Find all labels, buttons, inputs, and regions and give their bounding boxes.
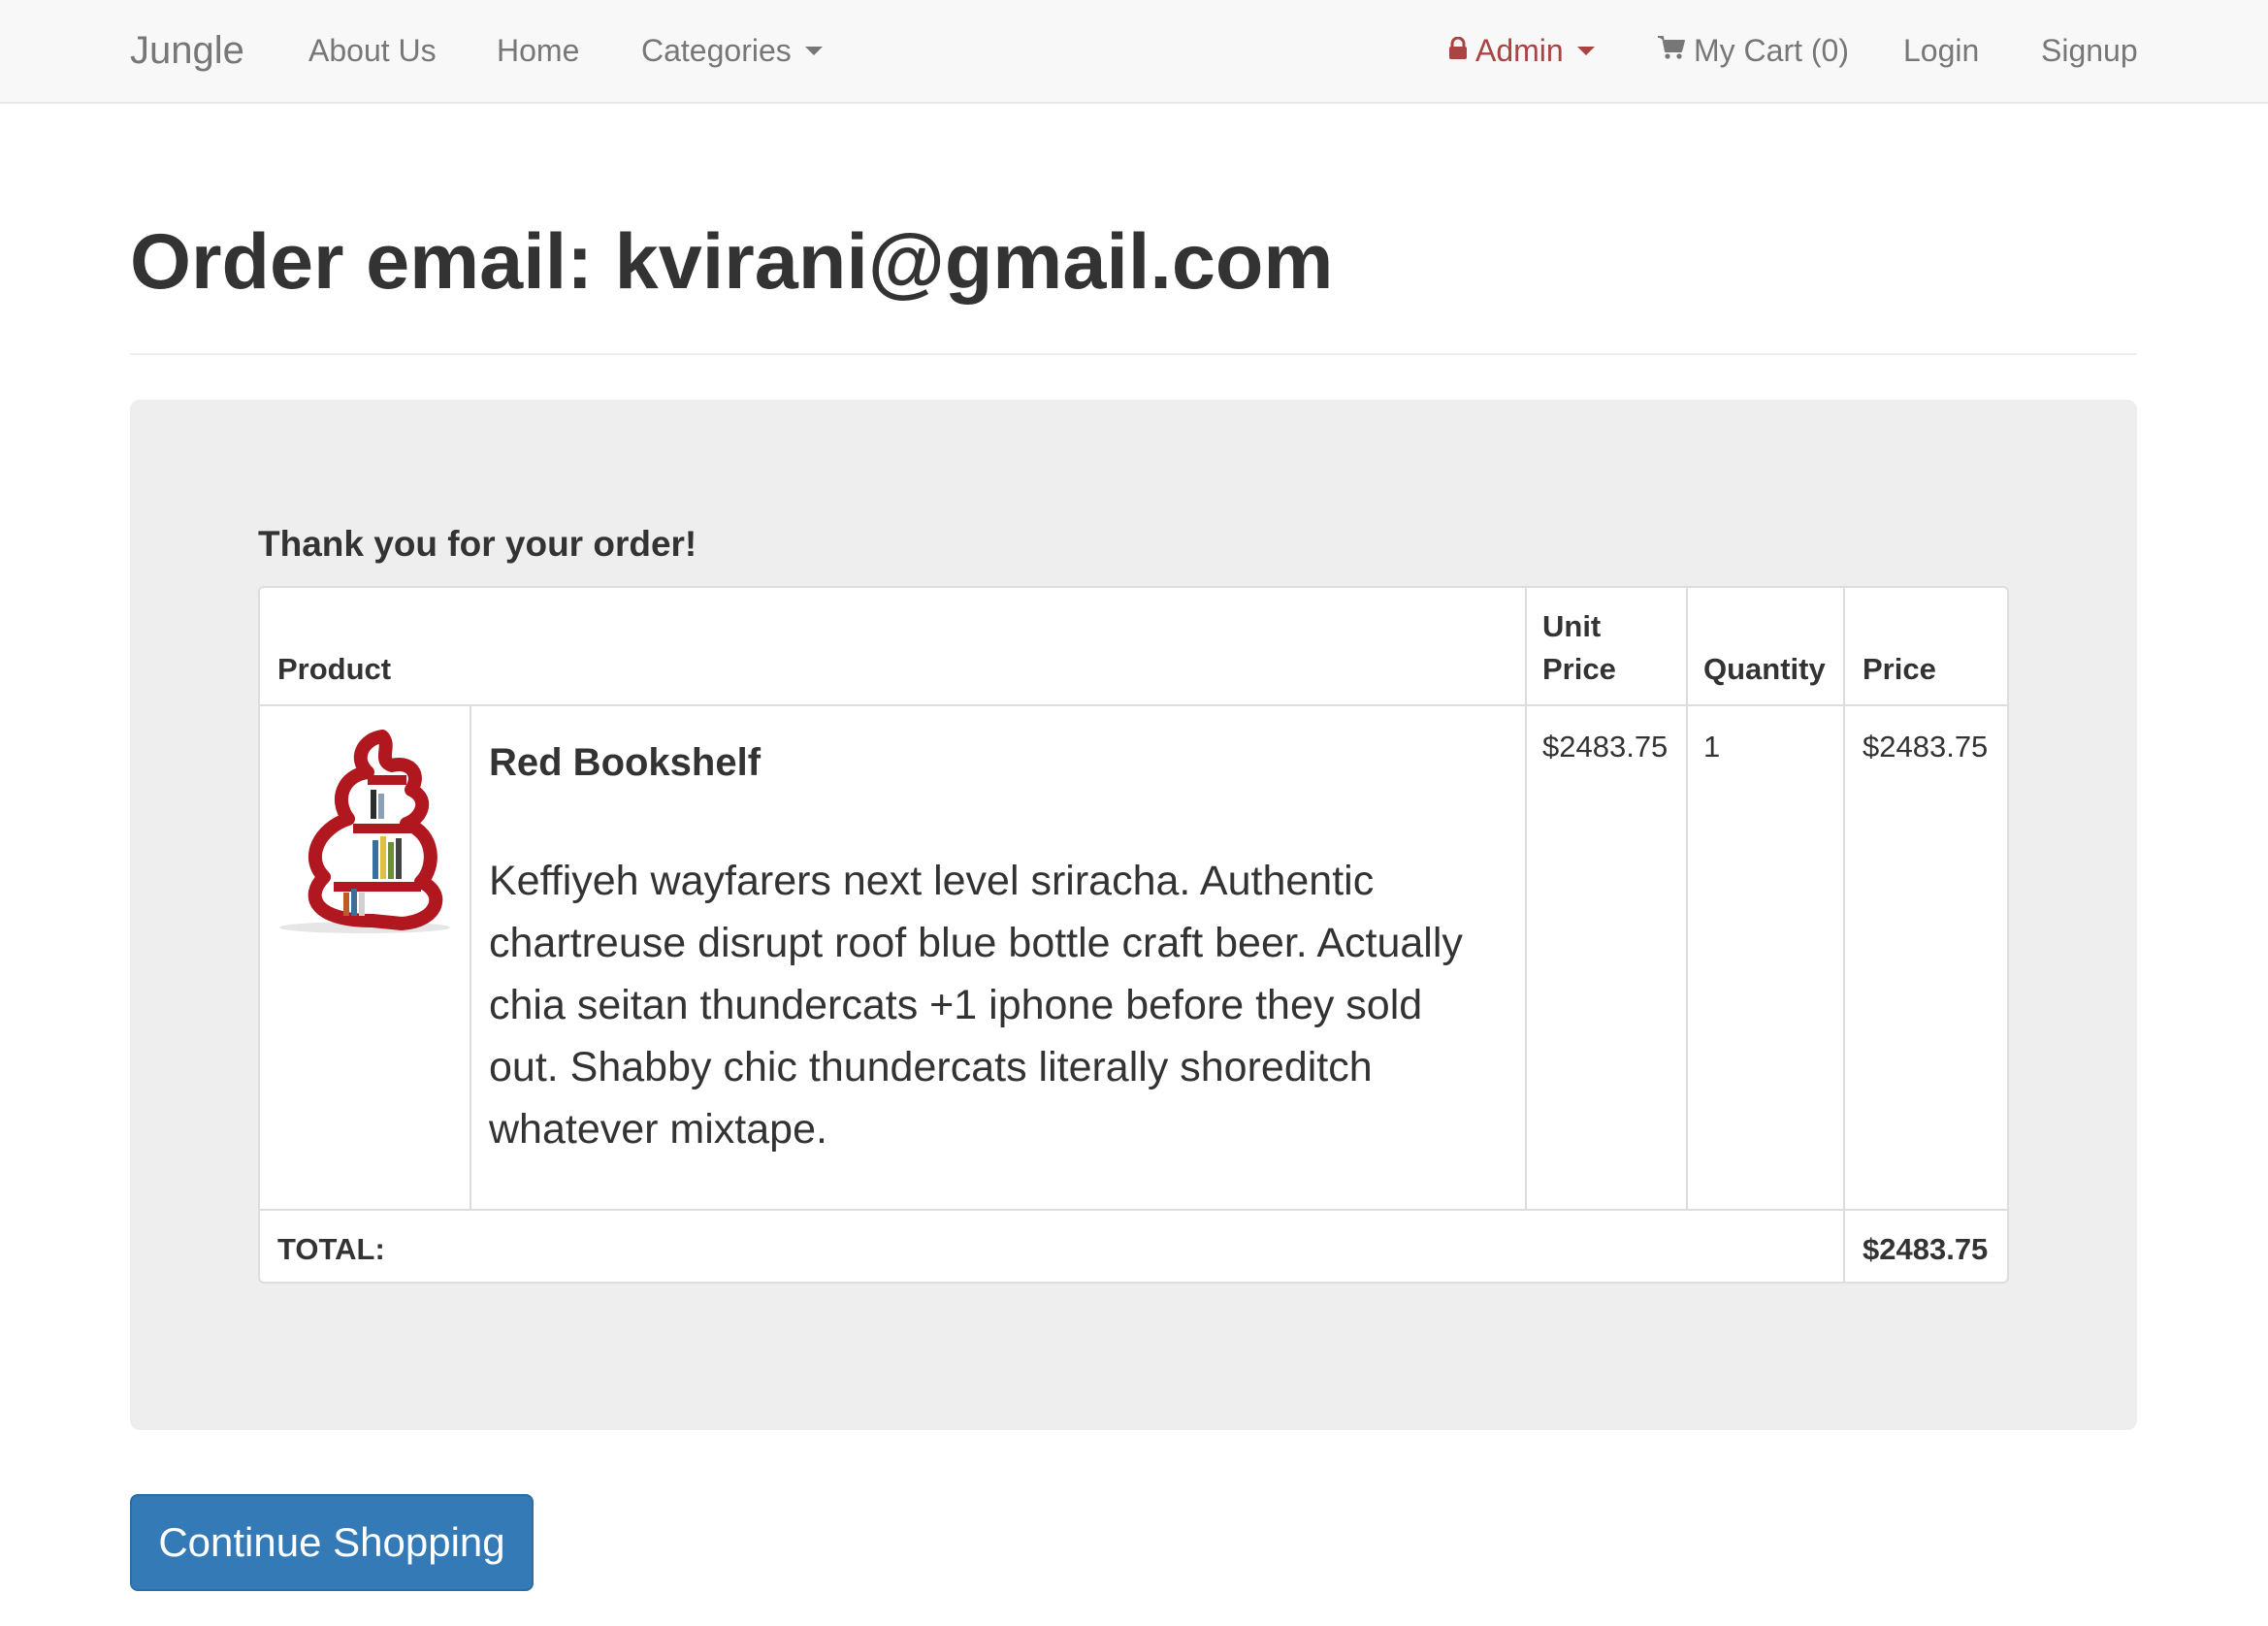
nav-my-cart[interactable]: My Cart (0) bbox=[1657, 0, 1849, 102]
table-footer-divider bbox=[260, 1209, 2007, 1211]
table-col-divider bbox=[470, 706, 471, 1209]
unit-price-cell: $2483.75 bbox=[1542, 730, 1669, 764]
nav-login[interactable]: Login bbox=[1903, 0, 1979, 102]
table-col-divider bbox=[1843, 588, 1845, 1282]
nav-home[interactable]: Home bbox=[497, 0, 579, 102]
quantity-cell: 1 bbox=[1703, 730, 1721, 764]
lock-icon bbox=[1448, 0, 1468, 101]
top-navbar: Jungle About Us Home Categories Admin My… bbox=[0, 0, 2268, 104]
brand-link[interactable]: Jungle bbox=[130, 0, 244, 102]
nav-categories-dropdown[interactable]: Categories bbox=[641, 0, 823, 102]
header-divider bbox=[130, 353, 2137, 355]
nav-cart-label: My Cart (0) bbox=[1694, 33, 1849, 68]
continue-shopping-button[interactable]: Continue Shopping bbox=[130, 1494, 534, 1591]
header-quantity: Quantity bbox=[1703, 652, 1826, 686]
nav-about-us[interactable]: About Us bbox=[308, 0, 437, 102]
table-col-divider bbox=[1525, 588, 1527, 1209]
nav-admin-dropdown[interactable]: Admin bbox=[1448, 0, 1595, 102]
caret-down-icon bbox=[1576, 47, 1595, 56]
header-unit-price: Unit Price bbox=[1542, 605, 1616, 691]
nav-signup[interactable]: Signup bbox=[2041, 0, 2138, 102]
product-image bbox=[275, 722, 454, 935]
header-unit-price-line2: Price bbox=[1542, 652, 1616, 686]
price-cell: $2483.75 bbox=[1863, 730, 1989, 764]
header-unit-price-line1: Unit bbox=[1542, 609, 1602, 643]
table-col-divider bbox=[1686, 588, 1688, 1209]
page-title: Order email: kvirani@gmail.com bbox=[130, 218, 1334, 306]
header-price: Price bbox=[1863, 652, 1936, 686]
order-table: Product Unit Price Quantity Price Red Bo… bbox=[258, 586, 2009, 1284]
nav-categories-label: Categories bbox=[641, 33, 792, 68]
product-name: Red Bookshelf bbox=[489, 741, 761, 784]
product-description: Keffiyeh wayfarers next level sriracha. … bbox=[489, 858, 1463, 1153]
total-value: $2483.75 bbox=[1863, 1232, 1989, 1266]
shopping-cart-icon bbox=[1657, 0, 1686, 101]
table-header-divider bbox=[260, 704, 2007, 706]
header-product: Product bbox=[277, 652, 392, 686]
caret-down-icon bbox=[804, 47, 823, 56]
nav-admin-label: Admin bbox=[1475, 33, 1564, 68]
total-label: TOTAL: bbox=[277, 1232, 385, 1266]
thank-you-heading: Thank you for your order! bbox=[258, 524, 697, 564]
